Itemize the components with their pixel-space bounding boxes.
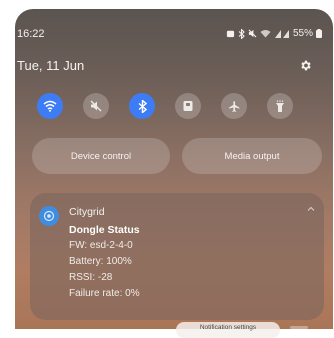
wifi-toggle[interactable] <box>37 93 63 119</box>
notification-card[interactable]: Citygrid Dongle Status FW: esd-2-4-0 Bat… <box>30 193 324 320</box>
mute-icon <box>90 100 102 112</box>
wifi-signal-icon <box>260 30 271 38</box>
flashlight-icon <box>276 99 284 112</box>
gear-icon[interactable] <box>299 59 312 72</box>
flashlight-toggle[interactable] <box>267 93 293 119</box>
battery-icon <box>316 29 322 38</box>
airplane-icon <box>228 100 239 112</box>
status-bar: 16:22 55% <box>17 28 322 42</box>
date-label: Tue, 11 Jun <box>17 58 85 73</box>
nfc-icon <box>183 101 193 111</box>
status-icons: 55% <box>226 28 322 39</box>
wifi-icon <box>43 100 57 112</box>
notification-title: Dongle Status <box>69 224 140 236</box>
bluetooth-icon <box>238 28 245 39</box>
notification-settings-label: Notification settings <box>199 324 257 331</box>
chevron-up-icon[interactable] <box>306 205 316 213</box>
status-time: 16:22 <box>17 28 45 40</box>
alarm-icon <box>226 30 235 38</box>
notification-line-fw: FW: esd-2-4-0 <box>69 240 133 251</box>
media-output-button[interactable]: Media output <box>182 138 322 174</box>
airplane-toggle[interactable] <box>221 93 247 119</box>
notification-line-rssi: RSSI: -28 <box>69 272 113 283</box>
battery-percent: 55% <box>292 28 313 39</box>
sound-toggle[interactable] <box>83 93 109 119</box>
notification-settings-button[interactable]: Notification settings <box>176 322 280 338</box>
nfc-toggle[interactable] <box>175 93 201 119</box>
notification-line-battery: Battery: 100% <box>69 256 132 267</box>
cell-signal-icon <box>274 30 289 38</box>
citygrid-app-icon <box>39 206 59 226</box>
device-control-label: Device control <box>70 150 132 162</box>
notification-app-name: Citygrid <box>69 206 105 218</box>
target-icon <box>43 210 55 222</box>
mute-icon <box>248 29 257 38</box>
media-output-label: Media output <box>224 150 280 162</box>
bluetooth-toggle[interactable] <box>129 93 155 119</box>
bluetooth-icon <box>138 99 147 113</box>
device-control-button[interactable]: Device control <box>32 138 170 174</box>
notification-line-failure-rate: Failure rate: 0% <box>69 288 140 299</box>
date-row: Tue, 11 Jun <box>17 58 322 76</box>
quick-settings-row <box>37 93 293 119</box>
